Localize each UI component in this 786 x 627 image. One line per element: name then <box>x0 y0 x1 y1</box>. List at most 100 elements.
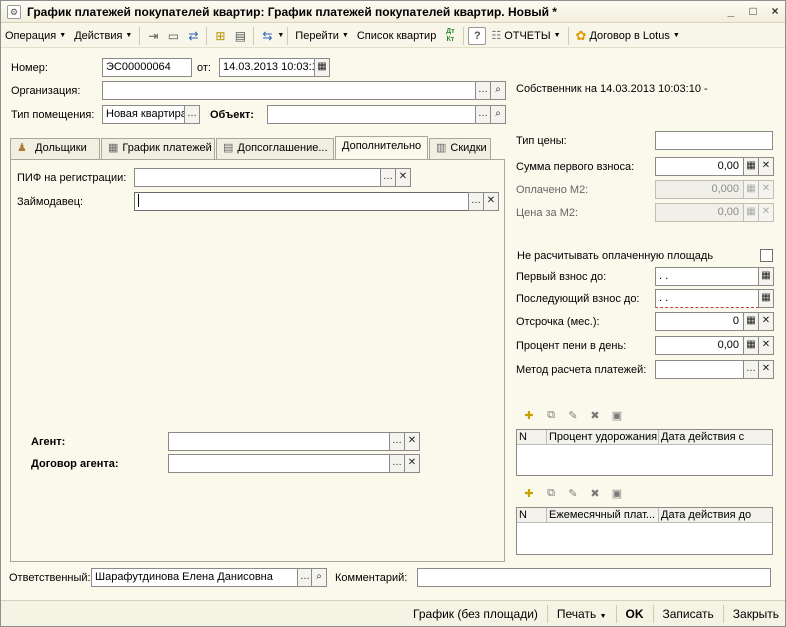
select-ellipsis-icon[interactable]: … <box>380 168 396 187</box>
clear-icon: ✕ <box>758 203 774 222</box>
date-field[interactable]: 14.03.2013 10:03:10 <box>219 58 315 77</box>
delete-row-icon[interactable]: ✖ <box>586 487 604 503</box>
organization-label: Организация: <box>11 85 81 97</box>
calculator-icon[interactable]: ▦ <box>743 312 759 331</box>
clear-icon[interactable]: ✕ <box>395 168 411 187</box>
price-m2-field: 0,00 <box>655 203 744 222</box>
clear-icon[interactable]: ✕ <box>404 454 420 473</box>
first-due-field[interactable]: . . <box>655 267 759 286</box>
navigate-menu[interactable]: Перейти ▼ <box>291 26 353 46</box>
minimize-button[interactable]: _ <box>723 4 739 19</box>
grid-monthly-payment[interactable]: N Ежемесячный плат... Дата действия до <box>516 507 773 555</box>
search-icon[interactable]: ⌕ <box>490 105 506 124</box>
agent-field[interactable] <box>168 432 390 451</box>
reports-menu[interactable]: ☷ ОТЧЕТЫ ▼ <box>487 26 564 46</box>
movement-icon[interactable]: ▤ <box>231 27 249 45</box>
toolbar-separator <box>253 26 255 45</box>
enter-based-on-icon[interactable]: ⇆ <box>258 27 276 45</box>
no-calc-area-checkbox[interactable] <box>760 249 773 262</box>
comment-label: Комментарий: <box>335 572 408 584</box>
dt-kt-icon[interactable]: Дт Кт <box>441 27 459 45</box>
grid-col-n[interactable]: N <box>517 508 547 522</box>
select-ellipsis-icon[interactable]: … <box>475 105 491 124</box>
grid-price-increase[interactable]: N Процент удорожания Дата действия с <box>516 429 773 476</box>
price-type-field[interactable] <box>655 131 773 150</box>
calculator-icon: ▦ <box>743 203 759 222</box>
grid-col-date-from[interactable]: Дата действия с <box>659 430 772 444</box>
unpost-icon[interactable]: ▭ <box>164 27 182 45</box>
tab-shareholders[interactable]: ♟ Дольщики <box>10 138 100 159</box>
clear-icon[interactable]: ✕ <box>758 312 774 331</box>
print-menu[interactable]: Печать ▼ <box>551 607 613 621</box>
grid-col-monthly[interactable]: Ежемесячный плат... <box>547 508 659 522</box>
room-type-field[interactable]: Новая квартира <box>102 105 185 124</box>
clear-icon[interactable]: ✕ <box>758 360 774 379</box>
end-edit-icon[interactable]: ▣ <box>608 487 626 503</box>
deferral-field[interactable]: 0 <box>655 312 744 331</box>
toolbar-separator <box>652 604 654 623</box>
number-field[interactable]: ЭС00000064 <box>102 58 192 77</box>
lender-field[interactable] <box>134 192 469 211</box>
copy-row-icon[interactable]: ⧉ <box>542 409 560 425</box>
close-button[interactable]: Закрыть <box>727 607 785 621</box>
end-edit-icon[interactable]: ▣ <box>608 409 626 425</box>
lotus-contract-menu[interactable]: ✿ Договор в Lotus ▼ <box>572 26 684 46</box>
tab-payment-schedule[interactable]: ▦ График платежей <box>101 138 215 159</box>
search-icon[interactable]: ⌕ <box>490 81 506 100</box>
select-ellipsis-icon[interactable]: … <box>475 81 491 100</box>
select-ellipsis-icon[interactable]: … <box>468 192 484 211</box>
method-field[interactable] <box>655 360 744 379</box>
dropdown-arrow-icon[interactable]: ▼ <box>277 32 284 39</box>
select-ellipsis-icon[interactable]: … <box>743 360 759 379</box>
grid-col-n[interactable]: N <box>517 430 547 444</box>
edit-row-icon[interactable]: ✎ <box>564 409 582 425</box>
close-window-button[interactable]: × <box>767 4 783 19</box>
edit-row-icon[interactable]: ✎ <box>564 487 582 503</box>
next-due-field[interactable]: . . <box>655 289 759 308</box>
responsible-field[interactable]: Шарафутдинова Елена Данисовна <box>91 568 298 587</box>
first-payment-field[interactable]: 0,00 <box>655 157 744 176</box>
tab-supplementary-agreement[interactable]: ▤ Допсоглашение... <box>216 138 334 159</box>
calendar-icon[interactable]: ▦ <box>314 58 330 77</box>
object-field[interactable] <box>267 105 476 124</box>
tab-additional[interactable]: Дополнительно <box>335 136 428 159</box>
search-icon[interactable]: ⌕ <box>311 568 327 587</box>
agent-contract-field[interactable] <box>168 454 390 473</box>
grid-col-date-to[interactable]: Дата действия до <box>659 508 772 522</box>
pif-field[interactable] <box>134 168 381 187</box>
refresh-icon[interactable]: ⇄ <box>184 27 202 45</box>
organization-field[interactable] <box>102 81 476 100</box>
actions-menu[interactable]: Действия ▼ <box>70 26 136 46</box>
ok-button[interactable]: OK <box>620 607 650 621</box>
delete-row-icon[interactable]: ✖ <box>586 409 604 425</box>
help-icon[interactable]: ? <box>468 26 487 45</box>
tab-discounts[interactable]: ▥ Скидки <box>429 138 491 159</box>
penalty-field[interactable]: 0,00 <box>655 336 744 355</box>
clear-icon[interactable]: ✕ <box>758 336 774 355</box>
select-ellipsis-icon[interactable]: … <box>389 454 405 473</box>
tab-panel-additional <box>10 159 505 562</box>
add-row-icon[interactable]: ✚ <box>520 487 538 503</box>
select-ellipsis-icon[interactable]: … <box>389 432 405 451</box>
structure-icon[interactable]: ⊞ <box>211 27 229 45</box>
add-row-icon[interactable]: ✚ <box>520 409 538 425</box>
schedule-no-area-button[interactable]: График (без площади) <box>407 607 544 621</box>
clear-icon[interactable]: ✕ <box>483 192 499 211</box>
grid-col-percent[interactable]: Процент удорожания <box>547 430 659 444</box>
clear-icon[interactable]: ✕ <box>404 432 420 451</box>
clear-icon[interactable]: ✕ <box>758 157 774 176</box>
calendar-icon[interactable]: ▦ <box>758 267 774 286</box>
discount-icon: ▥ <box>436 142 447 154</box>
calendar-icon[interactable]: ▦ <box>758 289 774 308</box>
operation-menu[interactable]: Операция ▼ <box>1 26 70 46</box>
calculator-icon[interactable]: ▦ <box>743 336 759 355</box>
save-button[interactable]: Записать <box>657 607 720 621</box>
calculator-icon[interactable]: ▦ <box>743 157 759 176</box>
post-icon[interactable]: ⇥ <box>144 27 162 45</box>
next-due-label: Последующий взнос до: <box>516 293 640 305</box>
select-ellipsis-icon[interactable]: … <box>184 105 200 124</box>
maximize-button[interactable]: □ <box>745 4 761 19</box>
copy-row-icon[interactable]: ⧉ <box>542 487 560 503</box>
apartment-list-button[interactable]: Список квартир <box>353 26 440 46</box>
comment-field[interactable] <box>417 568 771 587</box>
